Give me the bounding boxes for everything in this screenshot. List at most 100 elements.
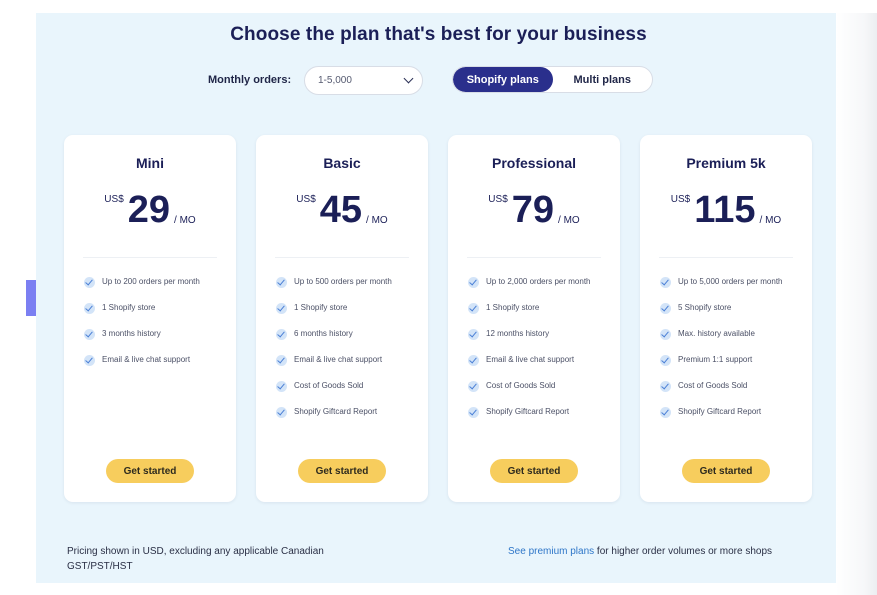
chevron-down-icon [403,73,414,84]
feature-list: Up to 5,000 orders per month 5 Shopify st… [660,276,800,432]
get-started-button[interactable]: Get started [682,459,770,483]
feature-item: 1 Shopify store [84,302,224,314]
price-currency: US$ [104,194,124,205]
feature-item: 5 Shopify store [660,302,800,314]
check-icon [276,355,287,366]
check-icon [660,303,671,314]
feature-item: 1 Shopify store [468,302,608,314]
get-started-button[interactable]: Get started [298,459,386,483]
multi-plans-tab[interactable]: Multi plans [553,67,653,92]
plan-type-toggle: Shopify plans Multi plans [452,66,653,93]
price-amount: 29 [127,189,171,231]
left-side-tab[interactable] [26,280,36,316]
price-period: / MO [174,215,196,226]
feature-item: Shopify Giftcard Report [468,406,608,418]
feature-text: Shopify Giftcard Report [294,407,378,416]
feature-text: 1 Shopify store [294,303,348,312]
feature-text: Email & live chat support [102,355,191,364]
feature-text: Up to 2,000 orders per month [486,277,591,286]
right-edge-shadow [836,13,877,595]
premium-plans-link[interactable]: See premium plans [508,546,594,557]
feature-text: Premium 1:1 support [678,355,753,364]
premium-plans-note: See premium plans for higher order volum… [508,544,772,559]
feature-item: Up to 5,000 orders per month [660,276,800,288]
check-icon [276,381,287,392]
feature-item: 3 months history [84,328,224,340]
feature-list: Up to 500 orders per month 1 Shopify stor… [276,276,416,432]
check-icon [468,381,479,392]
check-icon [468,277,479,288]
feature-item: Email & live chat support [468,354,608,366]
plan-name: Mini [136,155,164,171]
monthly-orders-value: 1-5,000 [318,75,352,86]
check-icon [84,329,95,340]
feature-text: Cost of Goods Sold [294,381,364,390]
check-icon [276,303,287,314]
check-icon [468,329,479,340]
feature-text: 3 months history [102,329,161,338]
feature-item: Shopify Giftcard Report [660,406,800,418]
plan-name: Basic [323,155,361,171]
check-icon [660,381,671,392]
premium-plans-suffix: for higher order volumes or more shops [594,546,773,557]
feature-item: Cost of Goods Sold [468,380,608,392]
plan-card: Basic US$ 45/ MO Up to 500 orders per month… [256,135,428,502]
price-amount: 79 [511,189,555,231]
price-currency: US$ [670,194,691,205]
price-period: / MO [366,215,388,226]
feature-text: 5 Shopify store [678,303,732,312]
price-currency: US$ [296,194,316,205]
feature-text: Email & live chat support [294,355,383,364]
feature-item: 6 months history [276,328,416,340]
feature-item: Shopify Giftcard Report [276,406,416,418]
price-period: / MO [759,215,782,226]
feature-text: Shopify Giftcard Report [678,407,762,416]
feature-text: Cost of Goods Sold [486,381,556,390]
feature-text: 1 Shopify store [102,303,156,312]
check-icon [84,355,95,366]
price-amount: 115 [694,189,756,231]
divider [275,257,409,258]
feature-item: Email & live chat support [84,354,224,366]
feature-item: Premium 1:1 support [660,354,800,366]
check-icon [660,407,671,418]
feature-text: Up to 500 orders per month [294,277,392,286]
check-icon [468,407,479,418]
feature-text: Cost of Goods Sold [678,381,748,390]
plan-price: US$ 45/ MO [256,190,428,230]
divider [467,257,601,258]
get-started-button[interactable]: Get started [106,459,194,483]
feature-text: Up to 200 orders per month [102,277,200,286]
feature-item: Up to 200 orders per month [84,276,224,288]
check-icon [660,355,671,366]
feature-text: Up to 5,000 orders per month [678,277,783,286]
plan-card: Premium 5k US$ 115/ MO Up to 5,000 orders p… [640,135,812,502]
price-amount: 45 [319,189,363,231]
feature-item: Email & live chat support [276,354,416,366]
check-icon [468,303,479,314]
check-icon [84,303,95,314]
get-started-button[interactable]: Get started [490,459,578,483]
feature-list: Up to 2,000 orders per month 1 Shopify st… [468,276,608,432]
monthly-orders-label: Monthly orders: [208,74,292,86]
feature-item: Cost of Goods Sold [276,380,416,392]
feature-text: 1 Shopify store [486,303,540,312]
check-icon [276,407,287,418]
check-icon [660,277,671,288]
pricing-footnote: Pricing shown in USD, excluding any appl… [67,546,324,572]
plan-card: Professional US$ 79/ MO Up to 2,000 orders … [448,135,620,502]
plan-price: US$ 115/ MO [640,190,812,230]
check-icon [468,355,479,366]
feature-item: Up to 500 orders per month [276,276,416,288]
plan-card: Mini US$ 29/ MO Up to 200 orders per month 1… [64,135,236,502]
divider [83,257,217,258]
feature-item: Max. history available [660,328,800,340]
divider [659,257,793,258]
feature-item: Up to 2,000 orders per month [468,276,608,288]
feature-item: 1 Shopify store [276,302,416,314]
plan-price: US$ 79/ MO [448,190,620,230]
feature-text: Email & live chat support [486,355,575,364]
shopify-plans-tab[interactable]: Shopify plans [453,67,553,92]
feature-list: Up to 200 orders per month 1 Shopify stor… [84,276,224,380]
monthly-orders-select[interactable]: 1-5,000 [304,66,423,95]
